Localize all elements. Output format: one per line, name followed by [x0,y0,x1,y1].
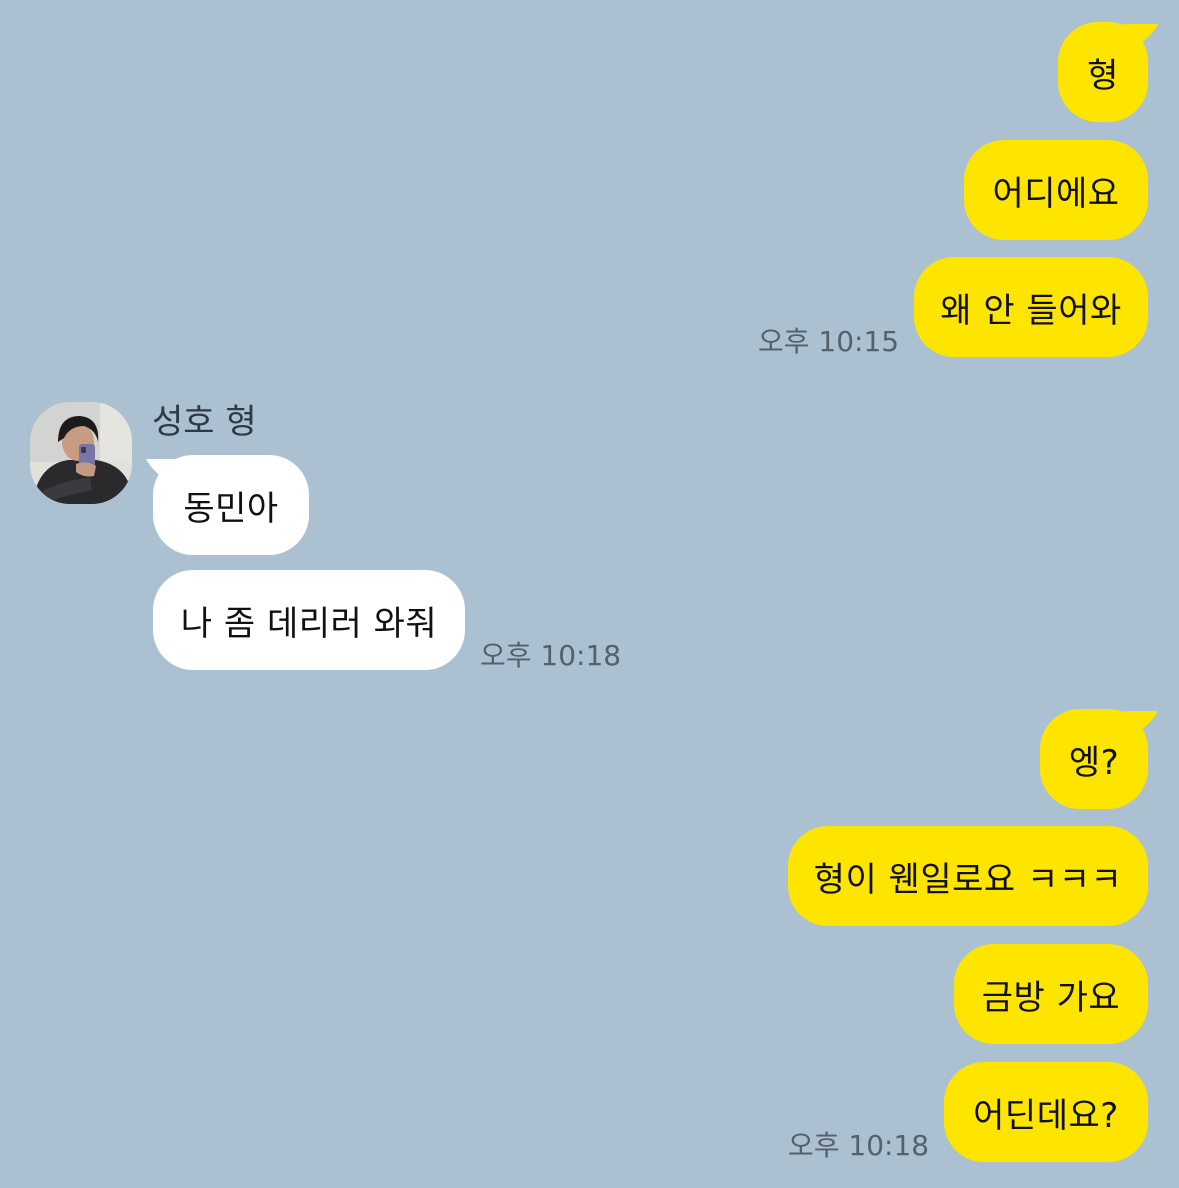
message-bubble[interactable]: 형 [1058,22,1148,122]
message-bubble[interactable]: 나 좀 데리러 와줘 [153,570,465,670]
message-text: 형이 웬일로요 ㅋㅋㅋ [813,859,1123,900]
message-bubble[interactable]: 금방 가요 [954,944,1148,1044]
message-text: 왜 안 들어와 [940,290,1122,331]
message-bubble[interactable]: 엥? [1040,709,1148,809]
message-text: 어딘데요? [973,1095,1119,1136]
message-text: 나 좀 데리러 와줘 [180,603,438,644]
message-timestamp: 오후 10:18 [480,639,622,672]
message-text: 어디에요 [992,173,1120,214]
message-text: 형 [1087,55,1119,96]
message-bubble[interactable]: 형이 웬일로요 ㅋㅋㅋ [788,826,1148,926]
profile-photo-icon [30,402,132,504]
message-text: 동민아 [183,488,279,529]
avatar[interactable] [30,402,132,504]
message-bubble[interactable]: 어딘데요? [944,1062,1148,1162]
message-text: 엥? [1068,742,1120,783]
message-bubble[interactable]: 동민아 [153,455,309,555]
sender-name: 성호 형 [152,402,257,442]
message-bubble[interactable]: 어디에요 [964,140,1148,240]
message-timestamp: 오후 10:18 [788,1129,930,1162]
message-bubble[interactable]: 왜 안 들어와 [914,257,1148,357]
message-timestamp: 오후 10:15 [758,325,900,358]
message-text: 금방 가요 [981,977,1121,1018]
